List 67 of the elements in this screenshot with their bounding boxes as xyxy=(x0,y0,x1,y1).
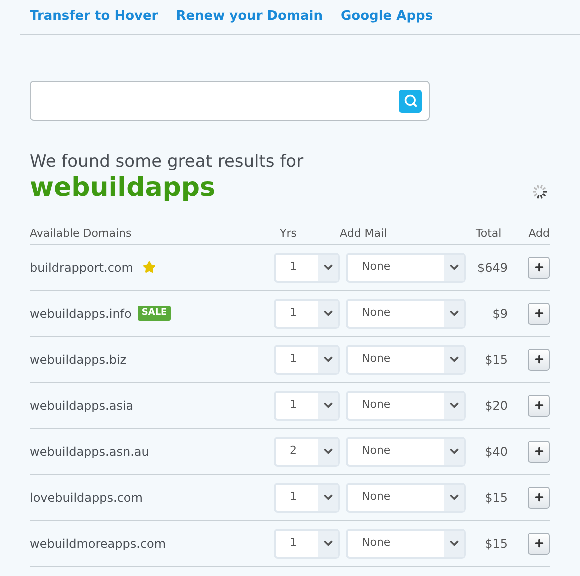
dropdown[interactable]: 1 xyxy=(274,528,340,558)
dropdown-value: None xyxy=(361,351,392,368)
dropdown[interactable]: 1 xyxy=(274,390,340,420)
dropdown-value: None xyxy=(361,489,392,506)
dropdown-value: 1 xyxy=(289,259,298,276)
dropdown-value: None xyxy=(361,305,392,322)
dropdown[interactable]: 2 xyxy=(274,436,340,466)
domain-total: $9 xyxy=(492,306,508,322)
column-header: Add Mail xyxy=(339,226,388,242)
add-button[interactable] xyxy=(528,440,550,462)
dropdown-value: None xyxy=(361,259,392,276)
domain-total: $15 xyxy=(484,536,508,552)
domain-name: webuildmoreapps.com xyxy=(30,536,166,552)
column-header: Available Domains xyxy=(30,226,133,242)
add-button[interactable] xyxy=(528,348,550,370)
add-button[interactable] xyxy=(528,532,550,554)
add-button[interactable] xyxy=(528,302,550,324)
domain-total: $20 xyxy=(484,398,508,414)
loading-spinner-icon xyxy=(532,184,548,200)
plus-icon xyxy=(534,492,544,503)
dropdown[interactable]: None xyxy=(346,252,466,282)
domain-total: $40 xyxy=(484,444,508,460)
add-button[interactable] xyxy=(528,256,550,278)
dropdown[interactable]: 1 xyxy=(274,252,340,282)
dropdown-value: 2 xyxy=(289,443,298,460)
plus-icon xyxy=(534,446,544,457)
domain-name: webuildapps.asia xyxy=(30,398,134,414)
domain-name: webuildapps.asn.au xyxy=(30,444,150,460)
dropdown-value: None xyxy=(361,397,392,414)
dropdown[interactable]: 1 xyxy=(274,344,340,374)
dropdown-value: None xyxy=(361,443,392,460)
add-button[interactable] xyxy=(528,486,550,508)
plus-icon xyxy=(534,400,544,411)
dropdown[interactable]: None xyxy=(346,344,466,374)
domain-total: $15 xyxy=(484,490,508,506)
dropdown[interactable]: None xyxy=(346,298,466,328)
search-field[interactable] xyxy=(30,81,430,121)
domain-name: webuildapps.info xyxy=(30,306,132,322)
dropdown[interactable]: None xyxy=(346,482,466,512)
dropdown[interactable]: None xyxy=(346,528,466,558)
plus-icon xyxy=(534,308,544,319)
domain-total: $15 xyxy=(484,352,508,368)
dropdown[interactable]: None xyxy=(346,436,466,466)
domain-name: lovebuildapps.com xyxy=(30,490,143,506)
dropdown-value: 1 xyxy=(289,351,298,368)
dropdown[interactable]: 1 xyxy=(274,482,340,512)
dropdown[interactable]: None xyxy=(346,390,466,420)
search-icon xyxy=(404,94,418,108)
dropdown-value: 1 xyxy=(289,305,298,322)
dropdown-value: 1 xyxy=(289,535,298,552)
dropdown-value: None xyxy=(361,535,392,552)
add-button[interactable] xyxy=(528,394,550,416)
sale-tag: SALE xyxy=(138,306,172,321)
dropdown-value: 1 xyxy=(289,397,298,414)
plus-icon xyxy=(534,262,544,273)
domain-name: webuildapps.biz xyxy=(30,352,127,368)
column-header: Yrs xyxy=(279,226,298,242)
plus-icon xyxy=(534,538,544,549)
column-header: Total xyxy=(476,226,503,242)
results-intro: We found some great results for xyxy=(30,152,305,172)
dropdown[interactable]: 1 xyxy=(274,298,340,328)
plus-icon xyxy=(534,354,544,365)
domain-name: buildrapport.com xyxy=(30,260,134,276)
search-query: webuildapps xyxy=(30,172,216,204)
domain-total: $649 xyxy=(476,260,508,276)
dropdown-value: 1 xyxy=(289,489,298,506)
column-header: Add xyxy=(528,226,550,242)
